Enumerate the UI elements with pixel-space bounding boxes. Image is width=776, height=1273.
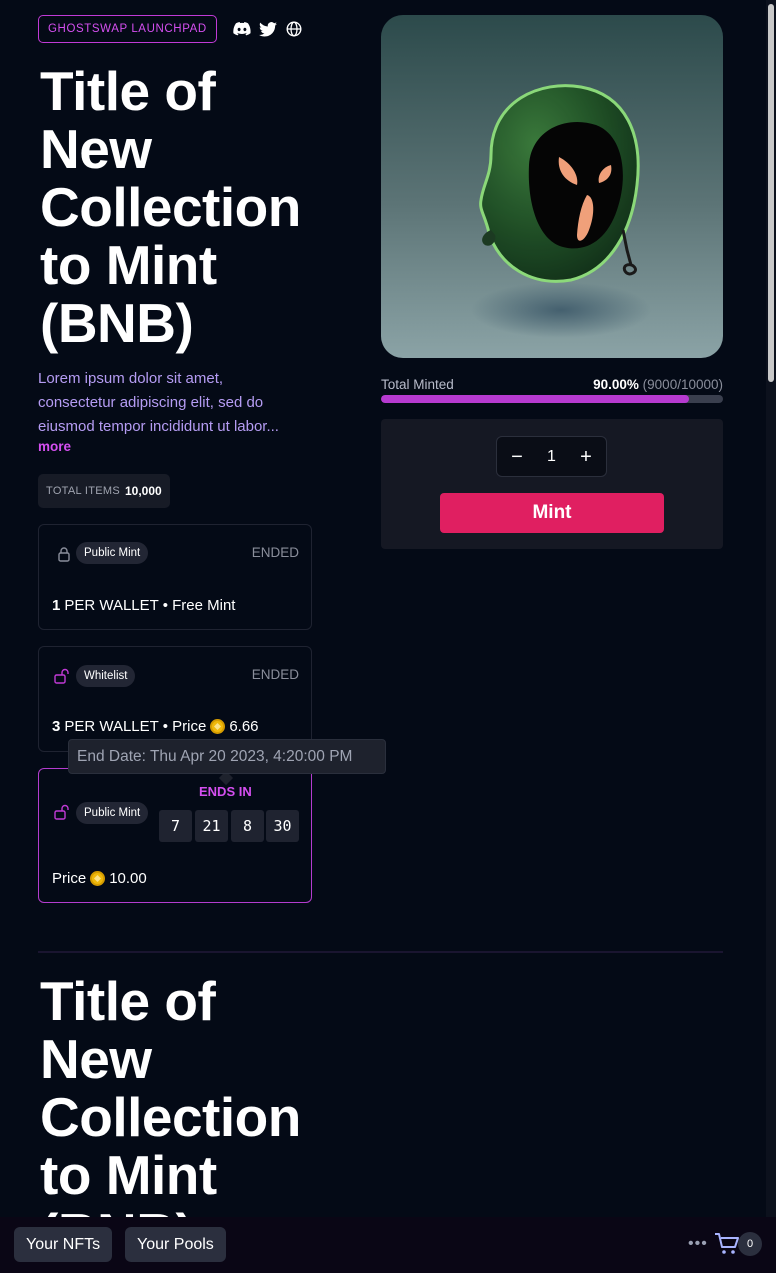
decrement-button[interactable]: − bbox=[509, 447, 525, 467]
countdown-seconds: 30 bbox=[266, 810, 299, 842]
title-line: New bbox=[40, 1028, 152, 1090]
quantity-stepper[interactable]: − 1 + bbox=[496, 436, 607, 477]
bnb-coin-icon bbox=[90, 871, 106, 886]
countdown-hours: 21 bbox=[195, 810, 228, 842]
scrollbar-thumb[interactable] bbox=[768, 4, 774, 382]
price-label: Price bbox=[52, 870, 87, 887]
more-options-icon[interactable]: ••• bbox=[688, 1235, 708, 1253]
phase-limit: 3 PER WALLET • Price 6.66 bbox=[52, 718, 259, 735]
title-line: to Mint bbox=[40, 1144, 217, 1206]
cart-icon[interactable] bbox=[714, 1232, 740, 1261]
bnb-coin-icon bbox=[210, 719, 226, 734]
mint-button[interactable]: Mint bbox=[440, 493, 664, 533]
your-nfts-button[interactable]: Your NFTs bbox=[14, 1227, 113, 1262]
mint-progress-fill bbox=[381, 395, 689, 403]
phase-status: ENDED bbox=[251, 545, 299, 560]
end-date-tooltip: End Date: Thu Apr 20 2023, 4:20:00 PM bbox=[68, 739, 386, 774]
description-line: eiusmod tempor incididunt ut labor... bbox=[38, 418, 279, 435]
title-line: Title of bbox=[40, 60, 216, 122]
countdown-days: 7 bbox=[159, 810, 192, 842]
mint-progress-bar bbox=[381, 395, 723, 403]
title-line: to Mint bbox=[40, 234, 217, 296]
title-line: New bbox=[40, 118, 152, 180]
increment-button[interactable]: + bbox=[578, 447, 594, 467]
section-divider bbox=[38, 951, 723, 953]
total-items-label: TOTAL ITEMS bbox=[46, 485, 120, 497]
collection-title: Title of New Collection to Mint (BNB) bbox=[40, 62, 340, 352]
title-line: Collection bbox=[40, 1086, 301, 1148]
page-scrollbar[interactable] bbox=[766, 0, 776, 1273]
lock-icon bbox=[58, 547, 70, 562]
description-line: Lorem ipsum dolor sit amet, bbox=[38, 370, 224, 387]
per-wallet-count: 1 bbox=[52, 597, 61, 614]
phase-price: 10.00 bbox=[109, 870, 147, 887]
minted-count: (9000/10000) bbox=[642, 377, 723, 392]
collection-description: Lorem ipsum dolor sit amet, consectetur … bbox=[38, 367, 318, 439]
per-wallet-count: 3 bbox=[52, 718, 61, 735]
per-wallet-text: PER WALLET • Price bbox=[64, 718, 207, 735]
total-items-badge: TOTAL ITEMS 10,000 bbox=[38, 474, 170, 508]
phase-card-whitelist[interactable]: Whitelist ENDED 3 PER WALLET • Price 6.6… bbox=[38, 646, 312, 752]
unlock-icon bbox=[54, 804, 69, 820]
your-pools-button[interactable]: Your Pools bbox=[125, 1227, 226, 1262]
title-line: Title of bbox=[40, 970, 216, 1032]
description-line: consectetur adipiscing elit, sed do bbox=[38, 394, 264, 411]
quantity-value[interactable]: 1 bbox=[547, 448, 556, 466]
total-minted-label: Total Minted bbox=[381, 377, 454, 392]
cart-count-badge: 0 bbox=[738, 1232, 762, 1256]
bottom-bar bbox=[0, 1217, 776, 1273]
ends-in-label: ENDS IN bbox=[199, 784, 252, 799]
launchpad-badge[interactable]: GHOSTSWAP LAUNCHPAD bbox=[38, 15, 217, 43]
minted-percent: 90.00% bbox=[593, 377, 639, 392]
per-wallet-text: PER WALLET • Free Mint bbox=[64, 597, 236, 614]
phase-status: ENDED bbox=[251, 667, 299, 682]
title-line: Collection bbox=[40, 176, 301, 238]
phase-card-public-mint[interactable]: Public Mint ENDED 1 PER WALLET • Free Mi… bbox=[38, 524, 312, 630]
more-link[interactable]: more bbox=[38, 439, 71, 454]
globe-icon[interactable] bbox=[284, 19, 304, 39]
total-items-value: 10,000 bbox=[125, 484, 162, 498]
phase-pill: Whitelist bbox=[76, 665, 136, 687]
phase-price-line: Price 10.00 bbox=[52, 870, 147, 887]
countdown-minutes: 8 bbox=[231, 810, 264, 842]
phase-limit: 1 PER WALLET • Free Mint bbox=[52, 597, 235, 614]
twitter-icon[interactable] bbox=[258, 19, 278, 39]
phase-price: 6.66 bbox=[229, 718, 259, 735]
nft-preview-image bbox=[381, 15, 723, 358]
unlock-icon bbox=[54, 668, 69, 684]
title-line: (BNB) bbox=[40, 292, 194, 354]
total-minted-value: 90.00% (9000/10000) bbox=[593, 377, 723, 392]
discord-icon[interactable] bbox=[232, 19, 252, 39]
phase-pill: Public Mint bbox=[76, 542, 149, 564]
phase-pill: Public Mint bbox=[76, 802, 149, 824]
